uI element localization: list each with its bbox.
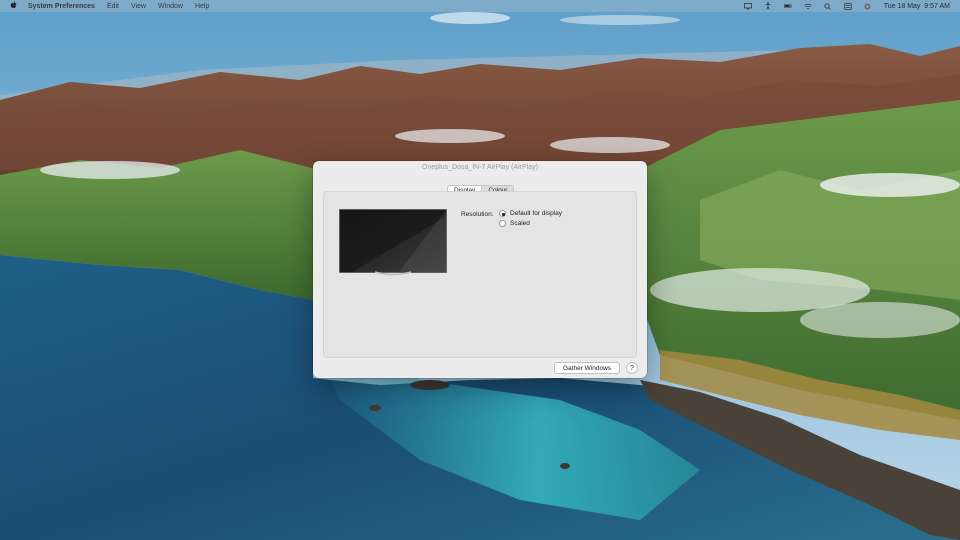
tv-display-icon <box>339 209 447 276</box>
radio-scaled[interactable]: Scaled <box>499 220 530 227</box>
app-menu-system-preferences[interactable]: System Preferences <box>28 3 95 10</box>
siri-icon[interactable] <box>864 3 872 10</box>
menu-bar: System Preferences Edit View Window Help… <box>0 0 960 12</box>
window-title: Oneplus_Dosa_IN-7 AirPlay (AirPlay) <box>422 164 538 171</box>
apple-menu-icon[interactable] <box>0 1 20 11</box>
radio-button-unchecked[interactable] <box>499 220 506 227</box>
radio-button-checked[interactable] <box>499 210 506 217</box>
radio-default-for-display[interactable]: Default for display <box>499 210 562 217</box>
radio-label-scaled: Scaled <box>510 220 530 227</box>
display-icon[interactable] <box>743 2 752 10</box>
menu-help[interactable]: Help <box>195 3 209 10</box>
display-settings-panel: Resolution: Default for display Scaled <box>323 191 637 358</box>
menu-view[interactable]: View <box>131 3 146 10</box>
menubar-clock[interactable]: Tue 18 May 9:57 AM <box>884 3 950 10</box>
accessibility-icon[interactable] <box>764 2 772 10</box>
help-button[interactable]: ? <box>626 362 638 374</box>
wifi-icon[interactable] <box>803 3 812 10</box>
battery-icon[interactable] <box>783 3 792 10</box>
resolution-label: Resolution: <box>461 211 494 218</box>
menu-edit[interactable]: Edit <box>107 3 119 10</box>
menu-window[interactable]: Window <box>158 3 183 10</box>
radio-label-default: Default for display <box>510 210 563 217</box>
search-icon[interactable] <box>824 2 832 10</box>
display-preferences-window: Oneplus_Dosa_IN-7 AirPlay (AirPlay) Disp… <box>313 161 647 378</box>
gather-windows-button[interactable]: Gather Windows <box>554 362 621 374</box>
control-center-icon[interactable] <box>843 2 852 10</box>
status-area: Tue 18 May 9:57 AM <box>743 2 960 10</box>
